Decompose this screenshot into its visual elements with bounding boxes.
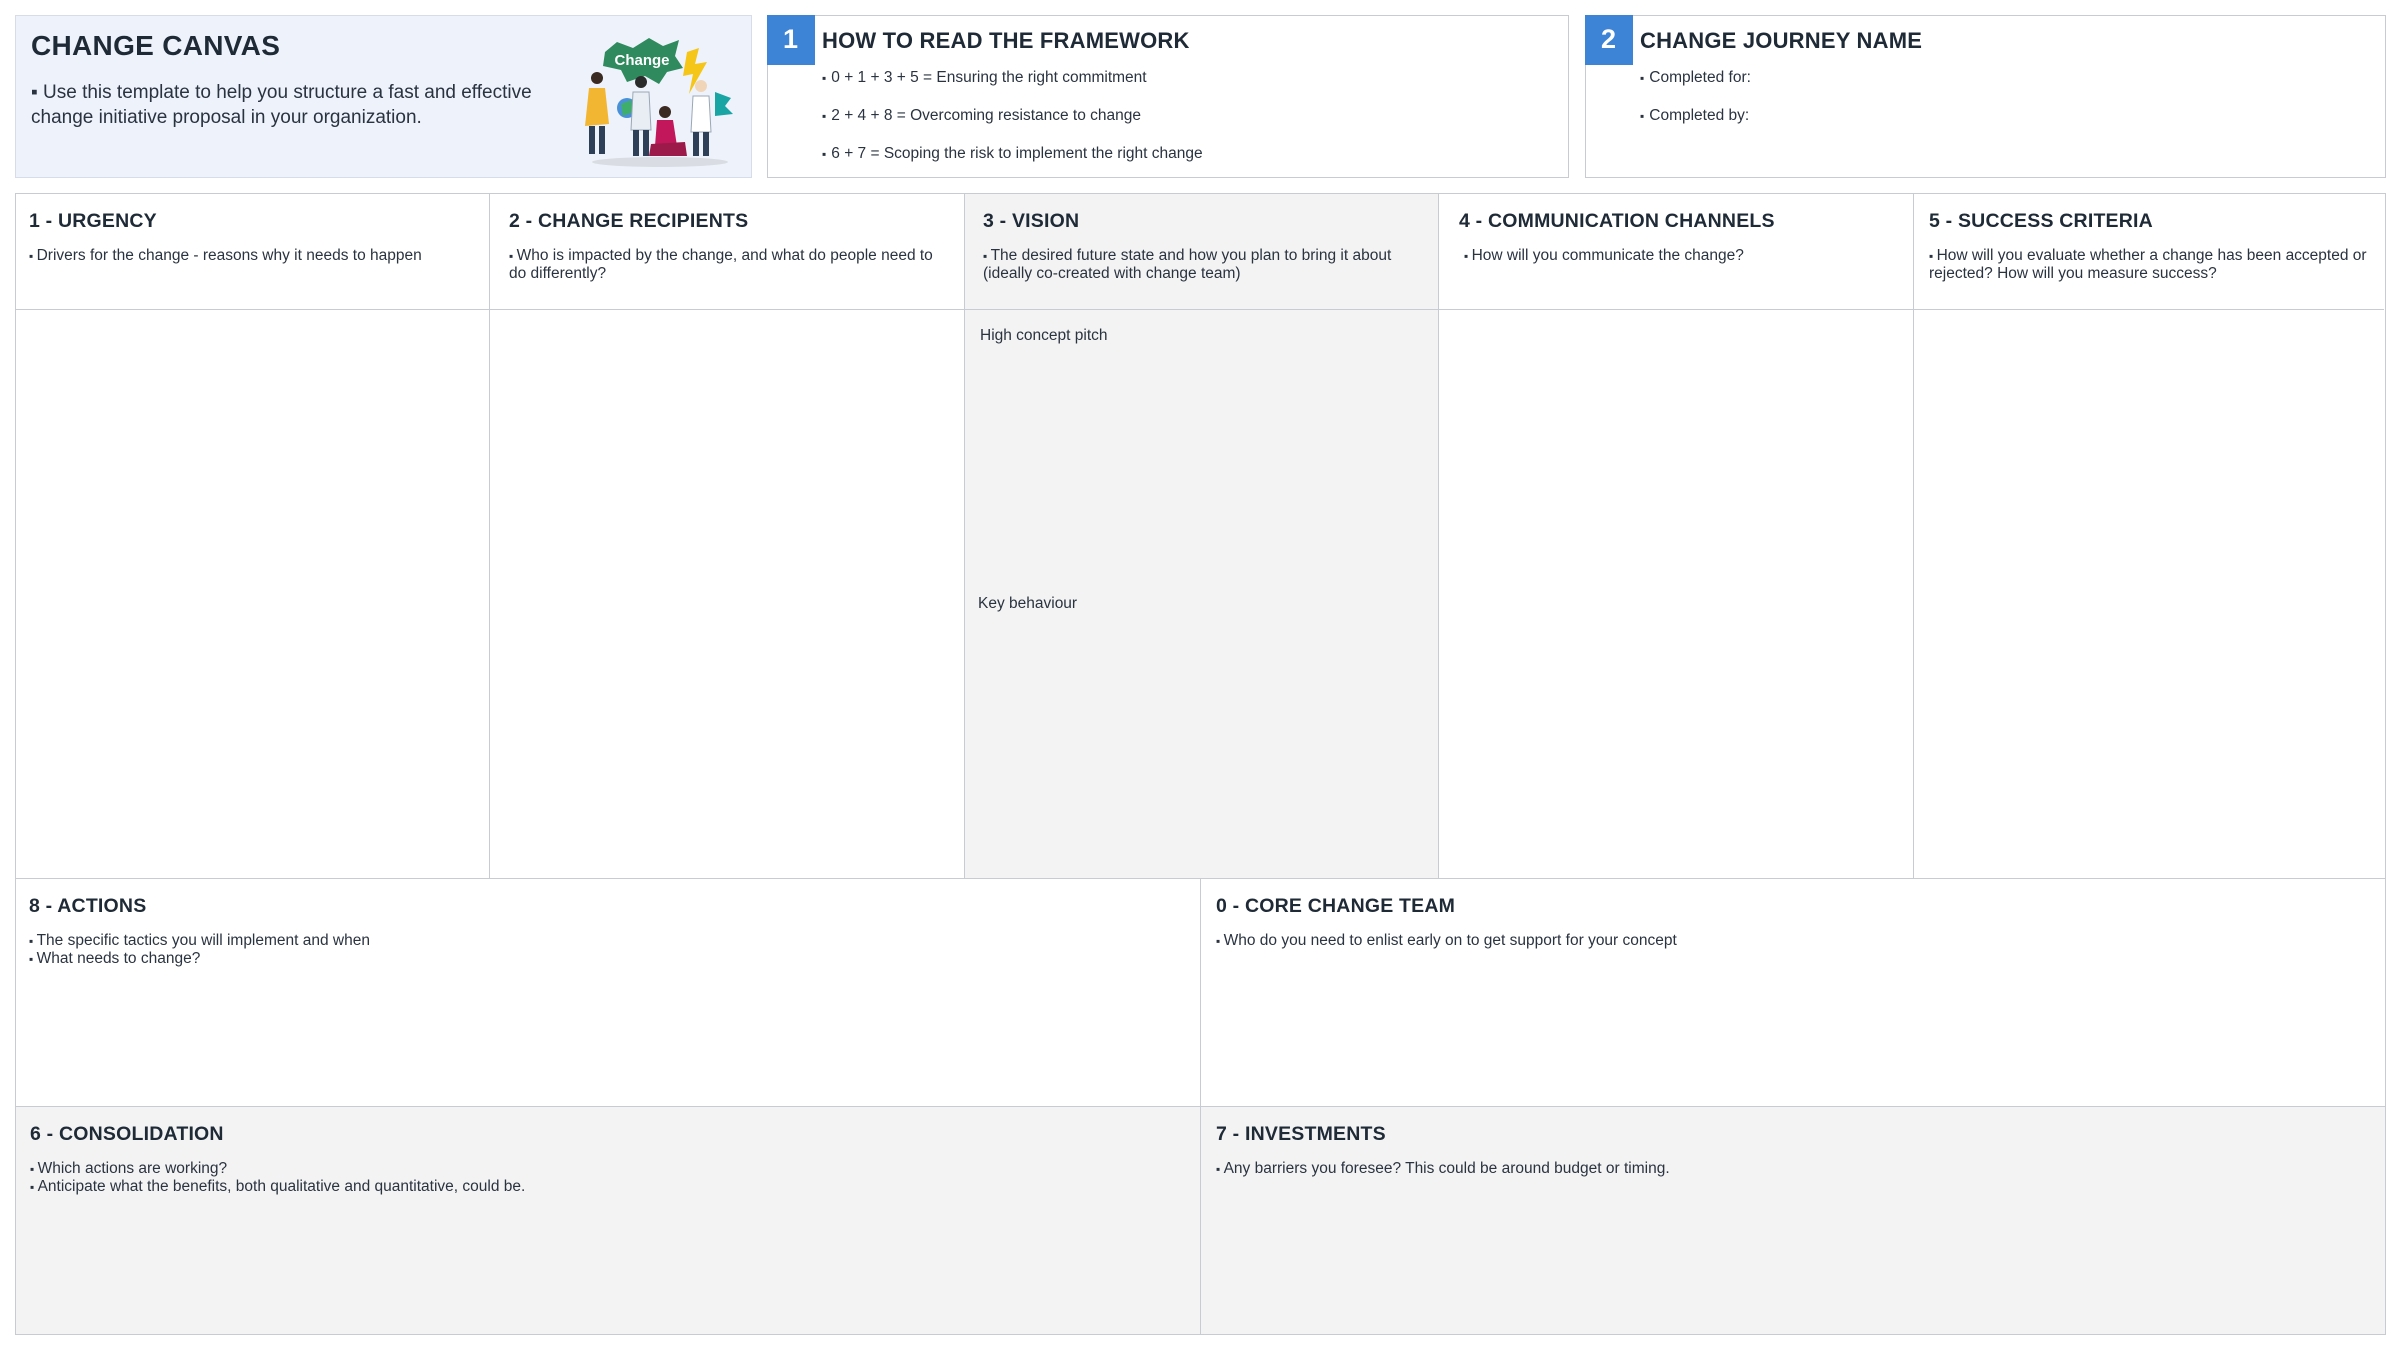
completed-by-field[interactable]: Completed by: [1640,106,1751,144]
column-vision[interactable]: 3 - VISION The desired future state and … [965,194,1439,881]
framework-panel: 1 HOW TO READ THE FRAMEWORK 0 + 1 + 3 + … [766,14,1569,178]
column-success-criteria[interactable]: 5 - SUCCESS CRITERIA How will you evalua… [1914,194,2384,881]
list-item: Anticipate what the benefits, both quali… [30,1178,526,1196]
column-header: 4 - COMMUNICATION CHANNELS How will you … [1439,194,1913,310]
investments-title: 7 - INVESTMENTS [1216,1123,1386,1145]
investments-list: Any barriers you foresee? This could be … [1216,1160,1670,1178]
journey-list: Completed for: Completed by: [1640,68,1751,144]
core-change-team-panel[interactable]: 0 - CORE CHANGE TEAM Who do you need to … [1200,878,2386,1108]
framework-title: HOW TO READ THE FRAMEWORK [822,28,1190,53]
completed-for-field[interactable]: Completed for: [1640,68,1751,106]
column-title: 4 - COMMUNICATION CHANNELS [1459,210,1775,232]
journey-title: CHANGE JOURNEY NAME [1640,28,1923,53]
list-item: Any barriers you foresee? This could be … [1216,1160,1670,1178]
framework-item: 2 + 4 + 8 = Overcoming resistance to cha… [822,106,1203,144]
actions-title: 8 - ACTIONS [29,895,147,917]
svg-text:Change: Change [614,52,669,69]
column-communication-channels[interactable]: 4 - COMMUNICATION CHANNELS How will you … [1439,194,1914,881]
investments-panel[interactable]: 7 - INVESTMENTS Any barriers you foresee… [1200,1106,2386,1335]
column-description: The desired future state and how you pla… [983,247,1424,283]
column-header: 5 - SUCCESS CRITERIA How will you evalua… [1914,194,2384,310]
column-description: How will you evaluate whether a change h… [1929,247,2370,283]
high-concept-pitch-label: High concept pitch [980,327,1108,344]
consolidation-panel[interactable]: 6 - CONSOLIDATION Which actions are work… [15,1106,1202,1335]
intro-panel: CHANGE CANVAS ▪ Use this template to hel… [15,15,752,178]
column-description: Drivers for the change - reasons why it … [29,247,475,265]
column-title: 3 - VISION [983,210,1080,232]
journey-panel: 2 CHANGE JOURNEY NAME Completed for: Com… [1584,14,2386,178]
column-title: 5 - SUCCESS CRITERIA [1929,210,2153,232]
framework-list: 0 + 1 + 3 + 5 = Ensuring the right commi… [822,68,1203,182]
actions-list: The specific tactics you will implement … [29,932,370,968]
core-change-team-list: Who do you need to enlist early on to ge… [1216,932,1686,950]
actions-panel[interactable]: 8 - ACTIONS The specific tactics you wil… [15,878,1202,1108]
column-header: 1 - URGENCY Drivers for the change - rea… [16,194,489,310]
page-title: CHANGE CANVAS [31,30,281,61]
change-team-illustration: Change [585,38,733,167]
intro-description: ▪ Use this template to help you structur… [31,82,532,128]
consolidation-title: 6 - CONSOLIDATION [30,1123,224,1145]
framework-item: 6 + 7 = Scoping the risk to implement th… [822,144,1202,182]
column-title: 1 - URGENCY [29,210,157,232]
list-item: The specific tactics you will implement … [29,932,370,950]
canvas-columns: 1 - URGENCY Drivers for the change - rea… [15,193,2386,881]
framework-number-badge: 1 [766,14,815,65]
list-item: What needs to change? [29,950,370,968]
consolidation-list: Which actions are working? Anticipate wh… [30,1160,526,1196]
column-change-recipients[interactable]: 2 - CHANGE RECIPIENTS Who is impacted by… [490,194,965,881]
column-description: Who is impacted by the change, and what … [509,247,950,283]
column-description: How will you communicate the change? [1464,247,1899,265]
journey-number-badge: 2 [1584,14,1633,65]
key-behaviour-label: Key behaviour [978,595,1078,612]
list-item: Which actions are working? [30,1160,525,1178]
column-urgency[interactable]: 1 - URGENCY Drivers for the change - rea… [16,194,490,881]
column-title: 2 - CHANGE RECIPIENTS [509,210,749,232]
column-header: 2 - CHANGE RECIPIENTS Who is impacted by… [490,194,964,310]
core-change-team-title: 0 - CORE CHANGE TEAM [1216,895,1456,917]
list-item: Who do you need to enlist early on to ge… [1216,932,1686,950]
column-header: 3 - VISION The desired future state and … [965,194,1438,310]
framework-item: 0 + 1 + 3 + 5 = Ensuring the right commi… [822,68,1203,106]
